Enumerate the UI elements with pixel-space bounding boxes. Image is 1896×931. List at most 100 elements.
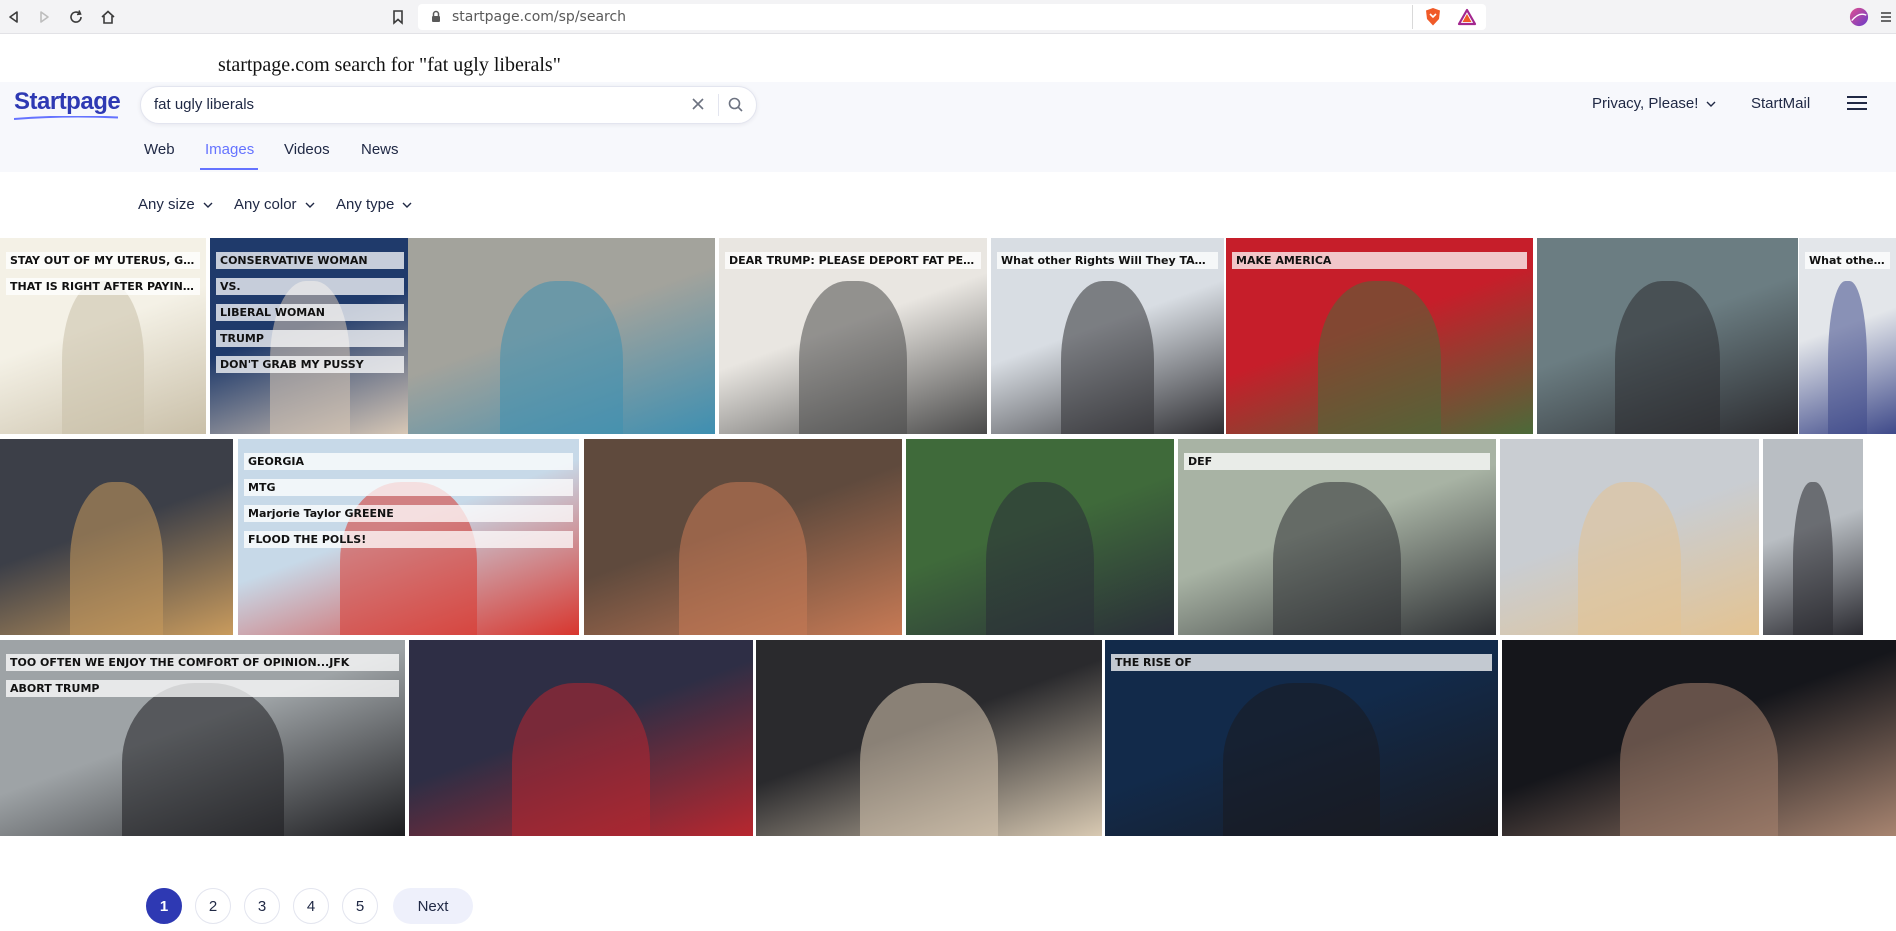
privacy-dropdown[interactable]: Privacy, Please! (1592, 95, 1716, 112)
bookmark-icon[interactable] (388, 7, 408, 27)
image-result-trump-rally-crowd[interactable] (409, 640, 753, 836)
brave-rewards-icon[interactable] (1457, 7, 1477, 27)
image-result-nancy-pelosi[interactable] (1502, 640, 1896, 836)
back-icon[interactable] (4, 7, 24, 27)
image-result-trump-mcdonalds-plane[interactable] (0, 439, 233, 635)
home-icon[interactable] (98, 7, 118, 27)
image-subject-shape (61, 281, 145, 434)
browser-menu-icon[interactable] (1876, 7, 1896, 27)
page-4-button[interactable]: 4 (293, 888, 329, 924)
image-result-trump-closeup-child[interactable] (584, 439, 902, 635)
tab-web[interactable]: Web (144, 141, 175, 158)
privacy-label: Privacy, Please! (1592, 95, 1699, 112)
image-result-protest-sign-rights[interactable]: What other Rights Will They TAKE Away? (1799, 238, 1896, 434)
page-2-button[interactable]: 2 (195, 888, 231, 924)
image-text: What other Rights Will They TAKE Away? (1805, 252, 1890, 269)
image-result-men-protest-banner[interactable]: DEF (1178, 439, 1496, 635)
image-subject-shape (1615, 281, 1720, 434)
image-subject-shape (1273, 482, 1401, 635)
image-text: VS. (216, 278, 404, 295)
search-divider (718, 94, 719, 116)
image-text: ABORT TRUMP (6, 680, 399, 697)
image-result-blonde-woman-profile[interactable] (1537, 238, 1798, 434)
image-subject-shape (1577, 482, 1682, 635)
tab-videos[interactable]: Videos (284, 141, 330, 158)
toolbar-divider (1412, 5, 1413, 29)
image-text: THAT IS RIGHT AFTER PAYING FOR MY FREE B… (6, 278, 200, 295)
page-1-button[interactable]: 1 (146, 888, 182, 924)
image-text: Marjorie Taylor GREENE (244, 505, 573, 522)
image-subject-shape (1620, 683, 1778, 836)
filter-color-label: Any color (234, 196, 297, 213)
image-text: CONSERVATIVE WOMAN (216, 252, 404, 269)
image-result-rush-limbaugh-clapping[interactable] (756, 640, 1102, 836)
forward-icon[interactable] (34, 7, 54, 27)
image-result-abort-trump-protest[interactable]: TOO OFTEN WE ENJOY THE COMFORT OF OPINIO… (0, 640, 405, 836)
image-result-woman-blue-hair[interactable] (408, 238, 715, 434)
image-subject-shape (1793, 482, 1833, 635)
image-text: GEORGIA (244, 453, 573, 470)
image-text: MAKE AMERICA (1232, 252, 1527, 269)
next-page-button[interactable]: Next (393, 888, 473, 924)
image-text: LIBERAL WOMAN (216, 304, 404, 321)
image-result-gina-carano-red-carpet[interactable]: THE RISE OF (1105, 640, 1498, 836)
clear-search-icon[interactable] (690, 96, 706, 117)
image-text: DEAR TRUMP: PLEASE DEPORT FAT PEOPLE (725, 252, 981, 269)
hamburger-menu-icon[interactable] (1846, 95, 1868, 116)
image-result-blonde-woman-smiling[interactable] (1500, 439, 1759, 635)
image-text: DON'T GRAB MY PUSSY (216, 356, 404, 373)
image-result-woman-speaking-microphone[interactable] (906, 439, 1174, 635)
image-subject-shape (69, 482, 164, 635)
image-result-protest-supreme-court[interactable]: What other Rights Will They TAKE Away? (991, 238, 1224, 434)
image-text: THE RISE OF (1111, 654, 1492, 671)
image-result-conservative-vs-liberal-woman[interactable]: CONSERVATIVE WOMAN VS. LIBERAL WOMAN TRUMP D… (210, 238, 410, 434)
image-result-mtg-supporters[interactable]: GEORGIA MTG Marjorie Taylor GREENE FLOOD TH… (238, 439, 579, 635)
image-result-cartoon-uterus-government[interactable]: STAY OUT OF MY UTERUS, GOVERNMENT!! THAT … (0, 238, 206, 434)
tab-news[interactable]: News (361, 141, 399, 158)
reload-icon[interactable] (66, 7, 86, 27)
image-text: What other Rights Will They TAKE Away? (997, 252, 1218, 269)
search-icon[interactable] (726, 95, 746, 120)
filter-type-label: Any type (336, 196, 395, 213)
image-text: STAY OUT OF MY UTERUS, GOVERNMENT!! (6, 252, 200, 269)
image-subject-shape (1318, 281, 1441, 434)
image-subject-shape (500, 281, 623, 434)
filter-color[interactable]: Any color (234, 196, 315, 213)
active-tab-indicator (200, 168, 258, 170)
profile-icon[interactable] (1849, 7, 1869, 27)
startmail-link[interactable]: StartMail (1751, 95, 1810, 112)
image-subject-shape (799, 281, 907, 434)
image-subject-shape (512, 683, 650, 836)
brave-shield-icon[interactable] (1423, 7, 1443, 27)
startpage-logo[interactable]: Startpage (14, 88, 121, 116)
page-3-button[interactable]: 3 (244, 888, 280, 924)
image-text: TOO OFTEN WE ENJOY THE COMFORT OF OPINIO… (6, 654, 399, 671)
filter-type[interactable]: Any type (336, 196, 412, 213)
filter-size-label: Any size (138, 196, 195, 213)
image-subject-shape (1222, 683, 1381, 836)
image-subject-shape (1060, 281, 1155, 434)
image-result-man-holding-sign[interactable]: DEAR TRUMP: PLEASE DEPORT FAT PEOPLE (719, 238, 987, 434)
image-text: TRUMP (216, 330, 404, 347)
image-subject-shape (121, 683, 284, 836)
lock-icon (426, 7, 446, 27)
chevron-down-icon (1706, 101, 1716, 107)
chevron-down-icon (305, 202, 315, 208)
page-5-button[interactable]: 5 (342, 888, 378, 924)
url-text: startpage.com/sp/search (452, 9, 627, 25)
filter-size[interactable]: Any size (138, 196, 213, 213)
search-query-text[interactable]: fat ugly liberals (154, 96, 254, 113)
image-subject-shape (679, 482, 807, 635)
chevron-down-icon (203, 202, 213, 208)
image-subject-shape (986, 482, 1094, 635)
chevron-down-icon (402, 202, 412, 208)
image-result-woman-protest-signs[interactable] (1763, 439, 1863, 635)
screenshot-caption: startpage.com search for "fat ugly liber… (218, 54, 561, 76)
image-text: MTG (244, 479, 573, 496)
image-text: DEF (1184, 453, 1490, 470)
image-text: FLOOD THE POLLS! (244, 531, 573, 548)
tab-images[interactable]: Images (205, 141, 254, 158)
image-result-comic-make-america[interactable]: MAKE AMERICA (1226, 238, 1533, 434)
image-subject-shape (1828, 281, 1867, 434)
image-subject-shape (859, 683, 999, 836)
